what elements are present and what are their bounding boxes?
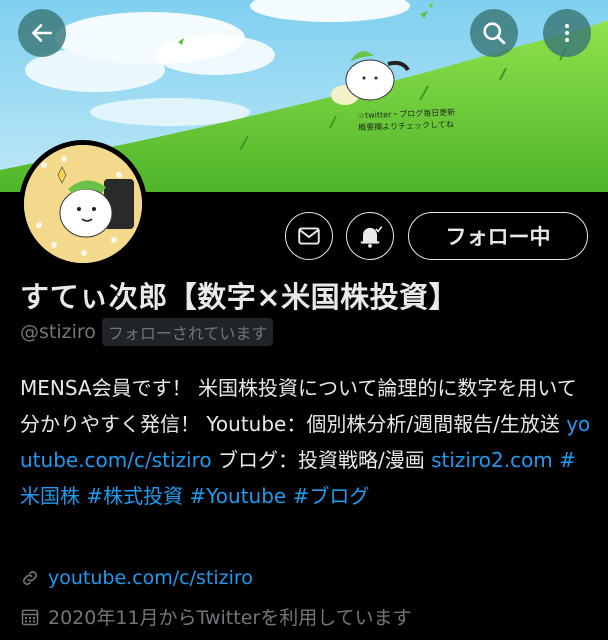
message-button[interactable] [285, 212, 333, 260]
avatar[interactable] [19, 140, 147, 268]
avatar-image [24, 145, 142, 263]
link-icon [23, 571, 37, 585]
bio-link-blog[interactable]: stiziro2.com [431, 448, 553, 472]
search-icon [483, 22, 506, 45]
website-link[interactable]: youtube.com/c/stiziro [48, 567, 253, 589]
search-button[interactable] [470, 9, 518, 57]
avatar-illustration [24, 145, 142, 263]
back-button[interactable] [18, 9, 66, 57]
bio-text: ブログ：投資戦略/漫画 [211, 448, 432, 472]
arrow-left-icon [32, 24, 52, 42]
mail-icon [298, 227, 320, 245]
join-date-row: 2020年11月からTwitterを利用しています [20, 603, 412, 630]
hashtag-link[interactable]: #株式投資 [86, 484, 183, 508]
hashtag-link[interactable]: #ブログ [293, 484, 370, 508]
bio: MENSA会員です！ 米国株投資について論理的に数字を用いて分かりやすく発信！ … [20, 370, 592, 514]
website-row: youtube.com/c/stiziro [20, 567, 253, 589]
display-name: すてぃ次郎【数字×米国株投資】 [20, 280, 459, 314]
handle: @stiziro [20, 321, 96, 343]
join-date: 2020年11月からTwitterを利用しています [48, 607, 412, 629]
follows-you-badge: フォローされています [101, 318, 274, 346]
more-vertical-icon [565, 24, 569, 42]
more-button[interactable] [543, 9, 591, 57]
following-button[interactable]: フォロー中 [408, 212, 588, 260]
bio-text: MENSA会員です！ 米国株投資について論理的に数字を用いて分かりやすく発信！ … [20, 376, 577, 436]
bell-plus-icon [360, 226, 383, 248]
banner-caption: ☆twitter・ブログ毎日更新 概要欄よりチェックしてね [358, 106, 489, 135]
hashtag-link[interactable]: #Youtube [189, 484, 286, 508]
notifications-button[interactable] [346, 212, 394, 260]
handle-row: @stiziro フォローされています [20, 318, 274, 346]
calendar-icon [21, 609, 39, 625]
